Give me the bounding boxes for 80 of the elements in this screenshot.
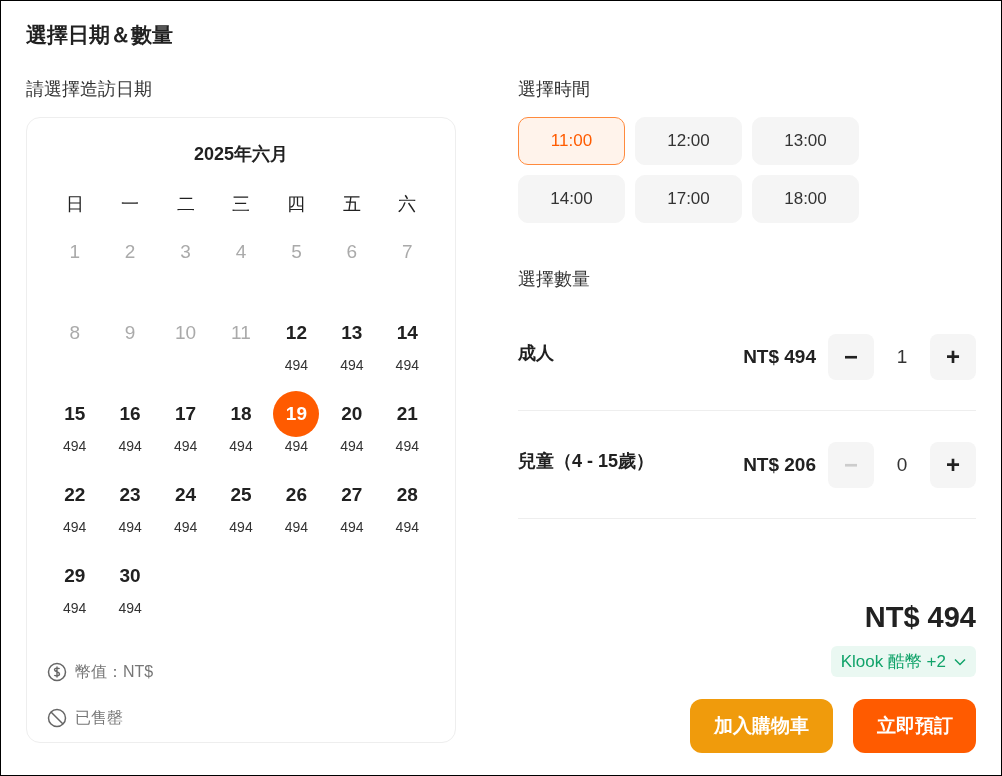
- calendar-day: 4: [218, 229, 264, 275]
- calendar-day: 2: [107, 229, 154, 275]
- dollar-icon: [47, 662, 67, 682]
- day-price: 494: [63, 519, 87, 535]
- ticket-type: 兒童（4 - 15歲）: [518, 449, 656, 473]
- weekday-label: 六: [398, 193, 417, 216]
- day-price: 494: [284, 519, 309, 535]
- legend-text: 已售罄: [75, 707, 123, 728]
- calendar-day[interactable]: 30: [107, 553, 154, 599]
- ticket-type: 成人: [518, 341, 555, 365]
- calendar-day[interactable]: 18: [218, 391, 264, 437]
- calendar-day[interactable]: 26: [273, 472, 320, 518]
- day-price: 494: [395, 438, 419, 454]
- prohibited-icon: [47, 708, 67, 728]
- total-price: NT$ 494: [864, 601, 976, 634]
- calendar-day[interactable]: 25: [218, 472, 264, 518]
- time-slot[interactable]: 17:00: [635, 175, 742, 223]
- chevron-down-icon: [954, 657, 966, 666]
- month-title: 2025年六月: [193, 143, 288, 166]
- calendar-day[interactable]: 12: [273, 310, 320, 356]
- weekday-label: 四: [287, 193, 306, 216]
- plus-button[interactable]: +: [930, 441, 976, 488]
- day-price: 494: [63, 438, 87, 454]
- time-slot[interactable]: 14:00: [518, 175, 625, 223]
- calendar-day: 1: [51, 229, 98, 275]
- date-label: 請選擇造訪日期: [26, 78, 152, 101]
- day-price: 494: [229, 519, 253, 535]
- calendar-day[interactable]: 15: [51, 391, 98, 437]
- weekday-label: 三: [232, 193, 250, 216]
- calendar-day[interactable]: 20: [328, 391, 375, 437]
- calendar-day: 9: [107, 310, 154, 356]
- calendar-day[interactable]: 27: [328, 472, 375, 518]
- calendar-day: 3: [162, 229, 209, 275]
- time-slot[interactable]: 12:00: [635, 117, 742, 165]
- calendar-day[interactable]: 13: [328, 310, 375, 356]
- weekday-label: 二: [176, 193, 195, 216]
- day-price: 494: [340, 438, 364, 454]
- quantity-label: 選擇數量: [518, 268, 590, 291]
- time-label: 選擇時間: [518, 78, 590, 101]
- day-price: 494: [118, 600, 142, 616]
- weekday-label: 五: [342, 193, 361, 216]
- ticket-price: NT$ 206: [743, 453, 816, 476]
- day-price: 494: [173, 438, 198, 454]
- time-slot[interactable]: 18:00: [752, 175, 859, 223]
- minus-button[interactable]: −: [828, 333, 874, 380]
- ticket-price: NT$ 494: [743, 345, 816, 368]
- weekday-label: 一: [121, 193, 140, 216]
- quantity-value: 1: [895, 345, 909, 368]
- day-price: 494: [63, 600, 87, 616]
- calendar-day: 6: [328, 229, 375, 275]
- plus-button[interactable]: +: [930, 333, 976, 380]
- calendar-day: 11: [218, 310, 264, 356]
- calendar-day: 7: [384, 229, 431, 275]
- day-price: 494: [284, 438, 309, 454]
- calendar-day[interactable]: 23: [107, 472, 154, 518]
- day-price: 494: [173, 519, 198, 535]
- day-price: 494: [284, 357, 309, 373]
- calendar-day: 5: [273, 229, 320, 275]
- quantity-value: 0: [895, 453, 909, 476]
- calendar-day[interactable]: 28: [384, 472, 431, 518]
- day-price: 494: [229, 438, 253, 454]
- calendar-day[interactable]: 17: [162, 391, 209, 437]
- time-slot[interactable]: 13:00: [752, 117, 859, 165]
- calendar-day: 10: [162, 310, 209, 356]
- day-price: 494: [340, 357, 364, 373]
- calendar-day[interactable]: 16: [107, 391, 154, 437]
- day-price: 494: [118, 519, 142, 535]
- calendar-day[interactable]: 22: [51, 472, 98, 518]
- calendar-day[interactable]: 14: [384, 310, 431, 356]
- day-price: 494: [118, 438, 142, 454]
- calendar-day[interactable]: 21: [384, 391, 431, 437]
- day-price: 494: [395, 357, 419, 373]
- calendar-day[interactable]: 29: [51, 553, 98, 599]
- calendar-day: 8: [51, 310, 98, 356]
- legend-text: 幣值：NT$: [75, 661, 154, 682]
- weekday-label: 日: [65, 193, 84, 216]
- dialog-title: 選擇日期＆數量: [26, 22, 173, 48]
- calendar-day[interactable]: 24: [162, 472, 209, 518]
- day-price: 494: [395, 519, 419, 535]
- day-price: 494: [340, 519, 364, 535]
